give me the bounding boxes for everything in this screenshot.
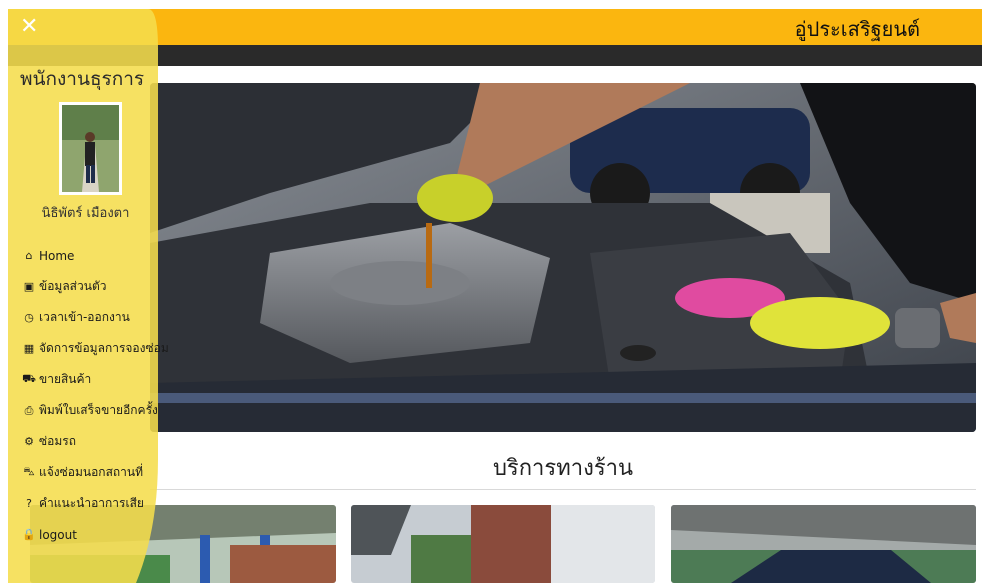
sidebar-item-home[interactable]: ⌂ Home <box>22 240 172 271</box>
hero-image <box>150 83 976 432</box>
sidebar: ✕ พนักงานธุรการ นิธิพัตร์ เมืองตา ⌂ Home… <box>8 9 169 583</box>
user-name: นิธิพัตร์ เมืองตา <box>41 206 130 221</box>
question-icon: ? <box>26 497 32 510</box>
home-icon: ⌂ <box>25 249 33 262</box>
avatar[interactable] <box>59 102 122 195</box>
page: อู่ประเสริฐยนต์ บริการทางร้าน ✕ พนักงานธ… <box>0 0 982 583</box>
sidebar-item-booking[interactable]: ▦ จัดการข้อมูลการจองซ่อม <box>22 333 172 364</box>
calendar-icon: ▦ <box>23 342 35 355</box>
lock-icon: 🔒 <box>22 528 36 541</box>
sidebar-item-label: เวลาเข้า-ออกงาน <box>39 310 130 324</box>
truck-icon: ⛍ <box>23 465 35 478</box>
printer-icon: ⎙ <box>24 403 34 417</box>
clock-icon: ◷ <box>24 311 34 324</box>
service-card-3[interactable] <box>671 505 976 583</box>
sidebar-item-label: คำแนะนำอาการเสีย <box>39 496 144 510</box>
sidebar-item-label: ซ่อมรถ <box>39 434 76 448</box>
sidebar-item-label: จัดการข้อมูลการจองซ่อม <box>39 341 169 355</box>
sidebar-item-label: Home <box>39 248 75 263</box>
sidebar-item-logout[interactable]: 🔒 logout <box>22 519 172 550</box>
sidebar-item-advice[interactable]: ? คำแนะนำอาการเสีย <box>22 488 172 519</box>
section-title: บริการทางร้าน <box>492 456 634 481</box>
close-icon[interactable]: ✕ <box>20 15 44 39</box>
sidebar-item-label: logout <box>39 527 77 542</box>
service-card-2[interactable] <box>351 505 655 583</box>
sidebar-menu: ⌂ Home ▣ ข้อมูลส่วนตัว ◷ เวลาเข้า-ออกงาน… <box>22 240 172 550</box>
cart-icon: ⛟ <box>22 372 36 385</box>
sidebar-item-reprint[interactable]: ⎙ พิมพ์ใบเสร็จขายอีกครั้ง <box>22 395 172 426</box>
sidebar-item-profile[interactable]: ▣ ข้อมูลส่วนตัว <box>22 271 172 302</box>
sidebar-item-label: พิมพ์ใบเสร็จขายอีกครั้ง <box>39 403 158 417</box>
sidebar-item-label: ข้อมูลส่วนตัว <box>39 279 107 293</box>
sidebar-item-label: ขายสินค้า <box>39 372 92 386</box>
id-card-icon: ▣ <box>23 280 35 293</box>
sidebar-item-attendance[interactable]: ◷ เวลาเข้า-ออกงาน <box>22 302 172 333</box>
sidebar-item-repair[interactable]: ⚙ ซ่อมรถ <box>22 426 172 457</box>
section-divider <box>150 489 976 490</box>
sidebar-item-label: แจ้งซ่อมนอกสถานที่ <box>39 465 144 479</box>
sidebar-item-onsite-repair[interactable]: ⛍ แจ้งซ่อมนอกสถานที่ <box>22 457 172 488</box>
sidebar-item-sell[interactable]: ⛟ ขายสินค้า <box>22 364 172 395</box>
gears-icon: ⚙ <box>24 435 34 448</box>
brand-title[interactable]: อู่ประเสริฐยนต์ <box>795 13 920 45</box>
sidebar-role-title: พนักงานธุรการ <box>20 68 145 90</box>
